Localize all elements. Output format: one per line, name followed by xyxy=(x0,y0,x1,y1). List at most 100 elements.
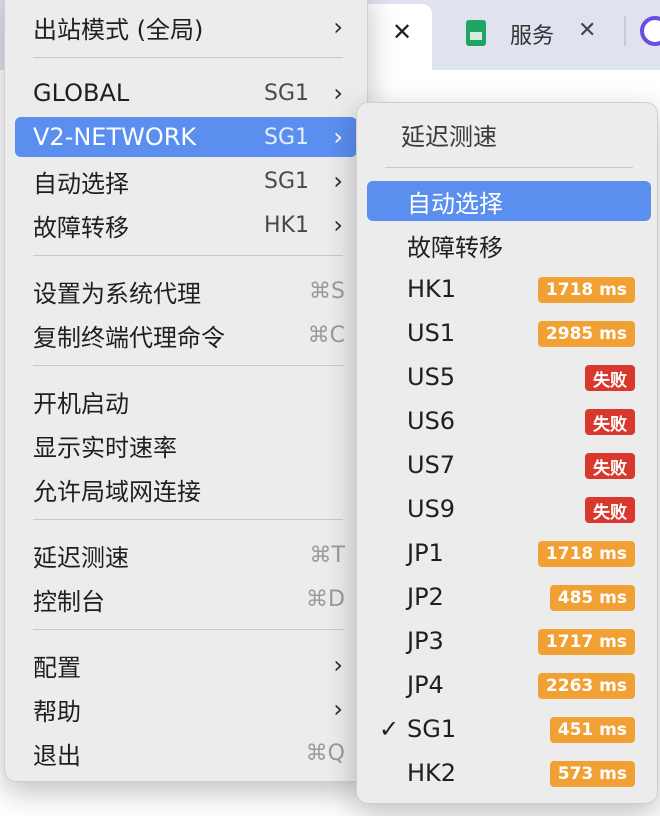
latency-badge: 451 ms xyxy=(549,717,635,743)
proxy-label: 故障转移 xyxy=(407,233,503,262)
menu-item-quit[interactable]: 退出 ⌘Q xyxy=(15,733,357,773)
tab-divider xyxy=(624,16,626,46)
proxy-label: HK1 xyxy=(407,275,457,303)
chevron-right-icon: › xyxy=(333,211,343,239)
menu-separator xyxy=(33,255,343,256)
chevron-right-icon: › xyxy=(333,123,343,151)
menu-item-copy-terminal-proxy[interactable]: 复制终端代理命令 ⌘C xyxy=(15,315,357,355)
menu-item-label: 开机启动 xyxy=(33,389,129,418)
latency-badge: 2985 ms xyxy=(537,321,635,347)
proxy-item-jp1[interactable]: JP1 1718 ms xyxy=(367,533,651,573)
tab-close-icon[interactable]: ✕ xyxy=(392,18,412,46)
menu-item-label: V2-NETWORK xyxy=(33,123,197,151)
proxy-item-us5[interactable]: US5 失败 xyxy=(367,357,651,397)
proxy-label: 自动选择 xyxy=(407,189,503,218)
menu-item-global[interactable]: GLOBAL SG1 › xyxy=(15,73,357,113)
latency-badge: 1717 ms xyxy=(537,629,635,655)
proxy-item-hk2[interactable]: HK2 573 ms xyxy=(367,753,651,793)
proxy-label: HK2 xyxy=(407,759,457,787)
proxy-item-jp2[interactable]: JP2 485 ms xyxy=(367,577,651,617)
proxy-item-us1[interactable]: US1 2985 ms xyxy=(367,313,651,353)
menu-item-label: 帮助 xyxy=(33,697,81,726)
latency-badge: 485 ms xyxy=(549,585,635,611)
menu-item-label: 允许局域网连接 xyxy=(33,477,201,506)
proxy-item-jp4[interactable]: JP4 2263 ms xyxy=(367,665,651,705)
menu-item-allow-lan[interactable]: 允许局域网连接 xyxy=(15,469,357,509)
menu-item-label: 退出 xyxy=(33,741,81,770)
submenu-latency-test[interactable]: 延迟测速 xyxy=(401,117,497,152)
menu-item-console[interactable]: 控制台 ⌘D xyxy=(15,579,357,619)
proxy-item-us7[interactable]: US7 失败 xyxy=(367,445,651,485)
menu-item-show-speed[interactable]: 显示实时速率 xyxy=(15,425,357,465)
latency-badge: 失败 xyxy=(585,365,635,391)
latency-badge: 失败 xyxy=(585,497,635,523)
proxy-label: JP1 xyxy=(407,539,444,567)
menu-item-value: SG1 xyxy=(263,124,309,150)
keyboard-shortcut: ⌘Q xyxy=(305,740,345,766)
menu-item-label: 故障转移 xyxy=(33,213,129,242)
proxy-label: US7 xyxy=(407,451,456,479)
proxy-item-hk1[interactable]: HK1 1718 ms xyxy=(367,269,651,309)
menu-item-launch-at-login[interactable]: 开机启动 xyxy=(15,381,357,421)
latency-badge: 失败 xyxy=(585,453,635,479)
menu-separator xyxy=(385,167,633,168)
latency-badge: 2263 ms xyxy=(537,673,635,699)
proxy-item-failover[interactable]: 故障转移 xyxy=(367,225,651,265)
menu-item-set-system-proxy[interactable]: 设置为系统代理 ⌘S xyxy=(15,271,357,311)
latency-badge: 573 ms xyxy=(549,761,635,787)
menu-item-config[interactable]: 配置 › xyxy=(15,645,357,685)
proxy-label: JP3 xyxy=(407,627,444,655)
proxy-item-auto-select[interactable]: 自动选择 xyxy=(367,181,651,221)
menu-item-label: GLOBAL xyxy=(33,79,130,107)
proxy-label: US6 xyxy=(407,407,456,435)
proxy-item-us9[interactable]: US9 失败 xyxy=(367,489,651,529)
chevron-right-icon: › xyxy=(333,651,343,679)
menu-item-value: SG1 xyxy=(263,80,309,106)
menu-separator xyxy=(33,365,343,366)
proxy-label: US1 xyxy=(407,319,456,347)
menu-item-outbound-mode[interactable]: 出站模式 (全局) › xyxy=(15,7,357,47)
menu-item-label: 控制台 xyxy=(33,587,105,616)
menu-item-label: 显示实时速率 xyxy=(33,433,177,462)
menu-item-label: 延迟测速 xyxy=(33,543,129,572)
checkmark-icon: ✓ xyxy=(379,715,400,743)
main-menu: 出站模式 (全局) › GLOBAL SG1 › V2-NETWORK SG1 … xyxy=(4,0,368,782)
tab-close-icon[interactable]: ✕ xyxy=(578,18,596,43)
keyboard-shortcut: ⌘D xyxy=(306,586,345,612)
menu-separator xyxy=(33,629,343,630)
keyboard-shortcut: ⌘S xyxy=(309,278,345,304)
menu-item-label: 自动选择 xyxy=(33,169,129,198)
menu-item-help[interactable]: 帮助 › xyxy=(15,689,357,729)
proxy-label: US9 xyxy=(407,495,456,523)
proxy-label: SG1 xyxy=(407,715,457,743)
proxy-submenu: 延迟测速 自动选择 故障转移 HK1 1718 ms US1 2985 ms U… xyxy=(356,102,658,804)
menu-item-value: SG1 xyxy=(263,168,309,194)
browser-tab-label[interactable]: 服务 xyxy=(510,18,554,50)
latency-badge: 失败 xyxy=(585,409,635,435)
menu-item-label: 出站模式 (全局) xyxy=(33,15,204,44)
menu-item-latency-test[interactable]: 延迟测速 ⌘T xyxy=(15,535,357,575)
chevron-right-icon: › xyxy=(333,79,343,107)
keyboard-shortcut: ⌘C xyxy=(307,322,345,348)
latency-badge: 1718 ms xyxy=(537,541,635,567)
menu-item-label: 复制终端代理命令 xyxy=(33,323,225,352)
menu-separator xyxy=(33,519,343,520)
proxy-label: JP4 xyxy=(407,671,444,699)
menu-separator xyxy=(33,57,343,58)
proxy-label: US5 xyxy=(407,363,456,391)
menu-item-failover[interactable]: 故障转移 HK1 › xyxy=(15,205,357,245)
chevron-right-icon: › xyxy=(333,695,343,723)
proxy-item-sg1[interactable]: ✓ SG1 451 ms xyxy=(367,709,651,749)
proxy-item-jp3[interactable]: JP3 1717 ms xyxy=(367,621,651,661)
menu-item-label: 配置 xyxy=(33,653,81,682)
menu-item-value: HK1 xyxy=(264,212,309,238)
proxy-item-us6[interactable]: US6 失败 xyxy=(367,401,651,441)
proxy-label: JP2 xyxy=(407,583,444,611)
sheets-icon xyxy=(466,20,486,46)
menu-item-label: 设置为系统代理 xyxy=(33,279,201,308)
keyboard-shortcut: ⌘T xyxy=(309,542,345,568)
latency-badge: 1718 ms xyxy=(537,277,635,303)
menu-item-v2-network[interactable]: V2-NETWORK SG1 › xyxy=(15,117,357,157)
menu-item-auto-select[interactable]: 自动选择 SG1 › xyxy=(15,161,357,201)
chevron-right-icon: › xyxy=(333,13,343,41)
